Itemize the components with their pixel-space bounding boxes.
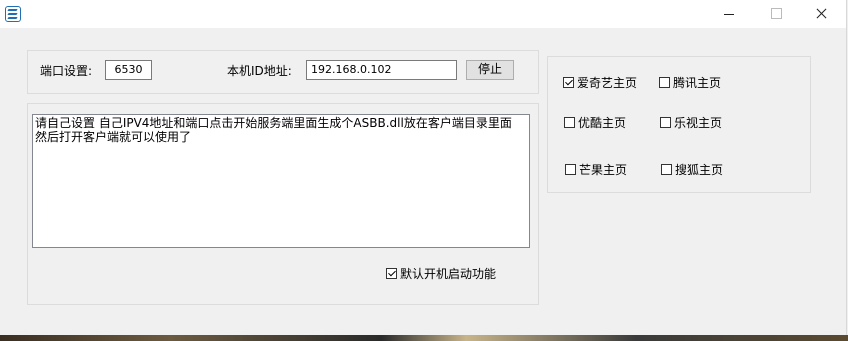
homepage-label: 乐视主页 [674,115,723,130]
port-input[interactable]: 6530 [105,60,152,80]
homepage-checkbox-mango[interactable]: 芒果主页 [565,161,627,177]
background-strip [0,335,848,341]
unchecked-icon [661,163,672,175]
homepage-checkbox-letv[interactable]: 乐视主页 [660,114,722,130]
unchecked-icon [659,76,670,88]
homepage-checkbox-sohu[interactable]: 搜狐主页 [661,161,723,177]
checked-icon [563,76,574,88]
homepage-checkbox-iqiyi[interactable]: 爱奇艺主页 [563,74,637,90]
homepage-label: 爱奇艺主页 [577,75,638,90]
homepage-label: 腾讯主页 [673,75,722,90]
unchecked-icon [564,116,575,128]
homepage-checkbox-tencent[interactable]: 腾讯主页 [659,74,721,90]
app-window: 端口设置: 6530 本机ID地址: 192.168.0.102 停止 请自己设… [0,0,847,335]
unchecked-icon [660,116,671,128]
minimize-button[interactable] [706,0,752,28]
homepage-label: 优酷主页 [578,115,627,130]
stop-button[interactable]: 停止 [466,60,514,80]
ip-input[interactable]: 192.168.0.102 [306,60,457,80]
autostart-label: 默认开机启动功能 [400,266,497,281]
port-label: 端口设置: [40,64,93,78]
autostart-checkbox[interactable]: 默认开机启动功能 [386,265,496,281]
app-icon [5,6,21,22]
title-bar [0,0,846,28]
ip-label: 本机ID地址: [227,64,292,78]
autostart-check-icon [386,267,397,279]
homepage-label: 搜狐主页 [675,162,724,177]
maximize-button[interactable] [752,0,798,28]
log-textarea[interactable]: 请自己设置 自己IPV4地址和端口点击开始服务端里面生成个ASBB.dll放在客… [32,114,530,248]
close-button[interactable] [798,0,844,28]
homepage-label: 芒果主页 [579,162,628,177]
homepage-checkbox-youku[interactable]: 优酷主页 [564,114,626,130]
unchecked-icon [565,163,576,175]
